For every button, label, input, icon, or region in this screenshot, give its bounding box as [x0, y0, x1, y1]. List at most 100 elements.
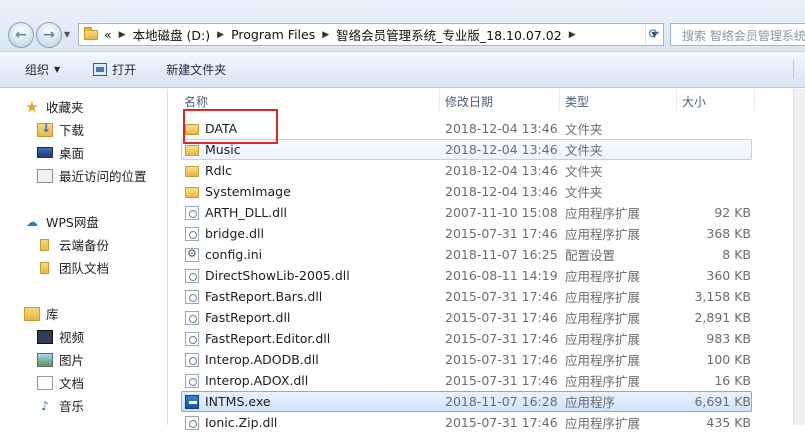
nav-item-music[interactable]: ♪ 音乐 — [37, 396, 84, 415]
column-header-row: 名称 修改日期 类型 大小 — [169, 89, 805, 111]
chevron-right-icon[interactable]: ▶ — [217, 30, 224, 40]
folder-icon — [185, 145, 199, 156]
file-type: 应用程序扩展 — [565, 374, 641, 389]
dll-icon — [185, 310, 199, 325]
file-date: 2018-12-04 13:46 — [445, 142, 558, 157]
file-row[interactable]: Interop.ADODB.dll 2015-07-31 17:46 应用程序扩展 1… — [182, 349, 753, 370]
documents-icon — [37, 375, 53, 390]
file-type: 文件夹 — [565, 185, 603, 200]
breadcrumb-overflow[interactable]: « — [104, 27, 112, 42]
nav-item-team-docs[interactable]: 团队文档 — [37, 258, 109, 277]
file-type: 应用程序扩展 — [565, 290, 641, 305]
nav-library[interactable]: 库 — [24, 304, 59, 323]
new-folder-button[interactable]: 新建文件夹 — [166, 52, 226, 87]
file-row[interactable]: FastReport.dll 2015-07-31 17:46 应用程序扩展 2,89… — [182, 307, 753, 328]
file-date: 2015-07-31 17:46 — [445, 289, 558, 304]
file-date: 2018-12-04 13:46 — [445, 184, 558, 199]
recent-pages-dropdown[interactable]: ▼ — [64, 30, 70, 39]
file-type: 文件夹 — [565, 143, 603, 158]
file-row[interactable]: Interop.ADOX.dll 2015-07-31 17:46 应用程序扩展 16… — [182, 370, 753, 391]
dll-icon — [185, 226, 199, 241]
file-size: 92 KB — [714, 205, 751, 220]
file-date: 2015-07-31 17:46 — [445, 415, 558, 430]
file-row[interactable]: DirectShowLib-2005.dll 2016-08-11 14:19 应用… — [182, 265, 753, 286]
file-name: FastReport.dll — [205, 310, 291, 325]
file-row[interactable]: SystemImage 2018-12-04 13:46 文件夹 — [182, 181, 753, 202]
team-docs-icon — [40, 261, 49, 274]
file-size: 368 KB — [706, 226, 751, 241]
nav-favorites-label: 收藏夹 — [46, 100, 84, 115]
file-row[interactable]: INTMS.exe 2018-11-07 16:28 应用程序 6,691 KB — [181, 391, 752, 412]
forward-button[interactable]: → — [36, 22, 62, 48]
dll-icon — [185, 373, 199, 388]
column-header-name[interactable]: 名称 — [184, 93, 208, 110]
address-field[interactable]: « ▶ 本地磁盘 (D:) ▶ Program Files ▶ 智络会员管理系统… — [78, 23, 664, 46]
chevron-right-icon[interactable]: ▶ — [569, 30, 576, 40]
file-size: 6,691 KB — [694, 394, 751, 409]
nav-wps[interactable]: ☁ WPS网盘 — [24, 212, 99, 231]
nav-item-downloads[interactable]: 下载 — [37, 120, 84, 139]
nav-item-recent[interactable]: 最近访问的位置 — [37, 166, 147, 185]
file-type: 应用程序扩展 — [565, 227, 641, 242]
organize-button[interactable]: 组织 ▼ — [25, 52, 60, 87]
nav-item-desktop[interactable]: 桌面 — [37, 143, 84, 162]
back-button[interactable]: ← — [8, 22, 34, 48]
file-row[interactable]: config.ini 2018-11-07 16:25 配置设置 8 KB — [182, 244, 753, 265]
navigation-pane: ★ 收藏夹 下载 桌面 最近访问的位置 ☁ WPS网盘 云端备份 团队文档 库 … — [0, 89, 168, 425]
nav-item-cloud-backup[interactable]: 云端备份 — [37, 235, 109, 254]
pictures-icon — [37, 352, 53, 367]
column-header-type[interactable]: 类型 — [565, 93, 589, 110]
file-size: 435 KB — [706, 415, 751, 430]
nav-item-label: 云端备份 — [59, 238, 110, 253]
file-row[interactable]: Ionic.Zip.dll 2015-07-31 17:46 应用程序扩展 435 K… — [182, 412, 753, 433]
view-options-button[interactable] — [793, 60, 805, 78]
file-type: 应用程序扩展 — [565, 416, 641, 431]
cloud-icon: ☁ — [26, 214, 38, 229]
exe-icon — [185, 394, 199, 409]
refresh-button[interactable]: ⟳ — [644, 24, 664, 45]
file-row[interactable]: Rdlc 2018-12-04 13:46 文件夹 — [182, 160, 753, 181]
column-header-size[interactable]: 大小 — [682, 93, 706, 110]
nav-item-documents[interactable]: 文档 — [37, 373, 84, 392]
file-date: 2018-11-07 16:28 — [445, 394, 558, 409]
search-input[interactable]: 搜索 智络会员管理系统_专业版_18.10.07.02 — [670, 23, 805, 46]
nav-item-label: 下载 — [59, 123, 85, 138]
file-name: ARTH_DLL.dll — [205, 205, 288, 220]
nav-item-pictures[interactable]: 图片 — [37, 350, 84, 369]
folder-icon — [185, 187, 199, 198]
nav-favorites[interactable]: ★ 收藏夹 — [24, 97, 84, 116]
file-name: FastReport.Bars.dll — [205, 289, 323, 304]
folder-icon — [185, 166, 199, 177]
music-icon: ♪ — [41, 398, 49, 413]
ini-icon — [185, 247, 199, 262]
video-icon — [37, 329, 53, 344]
file-row[interactable]: bridge.dll 2015-07-31 17:46 应用程序扩展 368 KB — [182, 223, 753, 244]
file-date: 2018-11-07 16:25 — [445, 247, 558, 262]
file-name: bridge.dll — [205, 226, 264, 241]
file-name: FastReport.Editor.dll — [205, 331, 331, 346]
vertical-scrollbar[interactable] — [793, 89, 805, 425]
open-label: 打开 — [112, 63, 137, 77]
breadcrumb-item-drive[interactable]: 本地磁盘 (D:) — [133, 25, 211, 44]
file-size: 100 KB — [706, 352, 751, 367]
breadcrumb-item-program-files[interactable]: Program Files — [231, 27, 315, 42]
file-row[interactable]: FastReport.Editor.dll 2015-07-31 17:46 应用程… — [182, 328, 753, 349]
organize-label: 组织 — [25, 63, 50, 77]
breadcrumb-item-current[interactable]: 智络会员管理系统_专业版_18.10.07.02 — [336, 25, 562, 44]
file-date: 2007-11-10 15:08 — [445, 205, 558, 220]
nav-wps-label: WPS网盘 — [46, 215, 99, 230]
file-name: SystemImage — [205, 184, 291, 199]
file-row[interactable]: FastReport.Bars.dll 2015-07-31 17:46 应用程序扩… — [182, 286, 753, 307]
dll-icon — [185, 331, 199, 346]
chevron-right-icon[interactable]: ▶ — [322, 30, 329, 40]
file-row[interactable]: ARTH_DLL.dll 2007-11-10 15:08 应用程序扩展 92 KB — [182, 202, 753, 223]
column-header-date[interactable]: 修改日期 — [445, 93, 493, 110]
open-icon — [93, 63, 108, 76]
chevron-right-icon[interactable]: ▶ — [119, 30, 126, 40]
open-button[interactable]: 打开 — [93, 52, 136, 87]
nav-item-label: 文档 — [59, 376, 85, 391]
nav-item-videos[interactable]: 视频 — [37, 327, 84, 346]
file-name: Ionic.Zip.dll — [205, 415, 278, 430]
refresh-icon: ⟳ — [648, 27, 660, 42]
breadcrumb: « ▶ 本地磁盘 (D:) ▶ Program Files ▶ 智络会员管理系统… — [104, 25, 583, 44]
